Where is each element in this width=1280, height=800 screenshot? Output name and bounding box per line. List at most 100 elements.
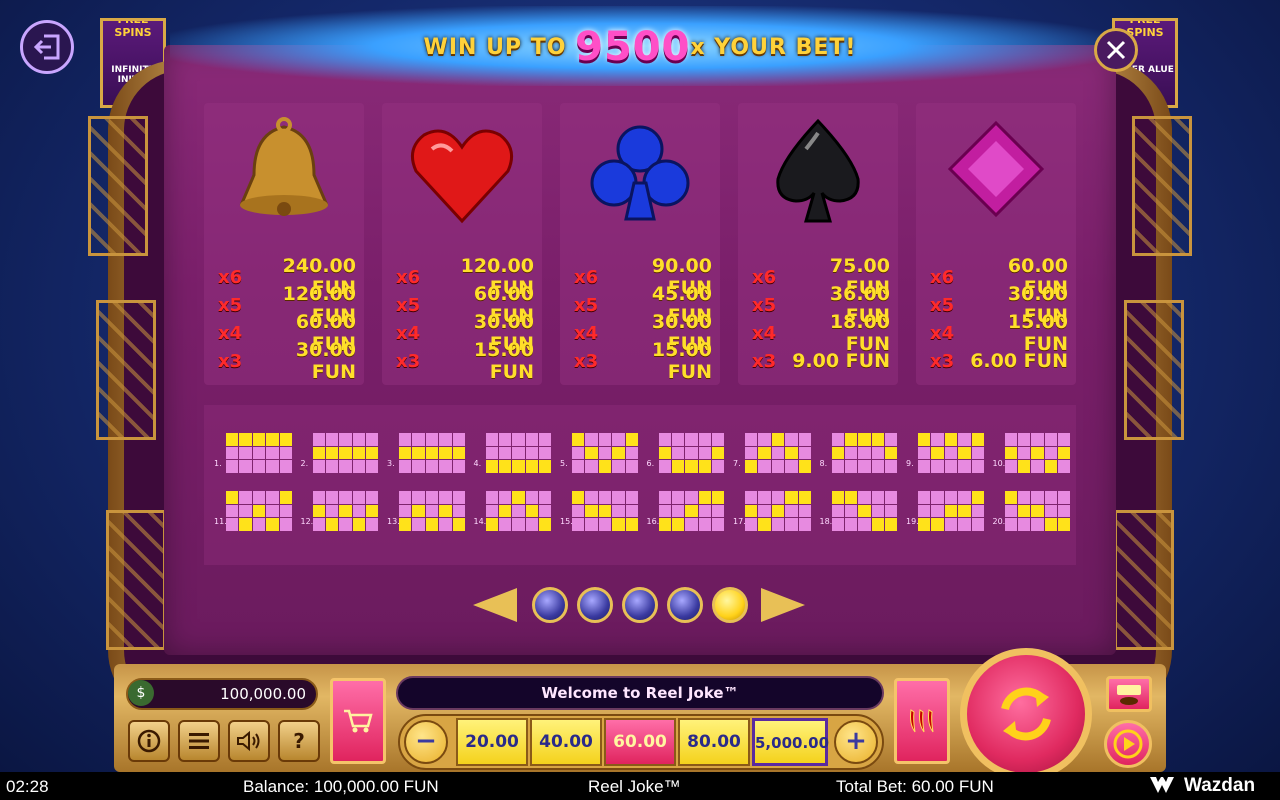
prev-page-arrow[interactable] xyxy=(473,588,517,622)
payline-diagram: 5. xyxy=(560,433,646,477)
payout-amount: 15.00 FUN xyxy=(651,339,712,383)
payout-amount: 15.00 FUN xyxy=(473,339,534,383)
payline-number: 4. xyxy=(473,459,482,468)
banner-post: x YOUR BET! xyxy=(690,35,857,60)
payline-diagram: 20. xyxy=(993,491,1079,535)
payline-diagram: 10. xyxy=(993,433,1079,477)
turtle-icon xyxy=(1117,685,1141,705)
payline-diagram: 3. xyxy=(387,433,473,477)
payline-number: 8. xyxy=(819,459,828,468)
chili-peppers-icon xyxy=(910,709,934,733)
info-icon xyxy=(137,729,161,753)
payout-row: x3 6.00 FUN xyxy=(930,347,1068,375)
payout-multiplier: x3 xyxy=(930,350,955,372)
bet-option[interactable]: 60.00 xyxy=(604,718,676,766)
frame-strut xyxy=(1132,116,1192,256)
payout-multiplier: x3 xyxy=(574,350,599,372)
payline-number: 19. xyxy=(906,517,919,526)
wazdan-logo-icon xyxy=(1150,777,1174,793)
exit-button[interactable] xyxy=(20,20,74,74)
heart-icon xyxy=(410,129,514,224)
symbol-card: x6 75.00 FUN x5 36.00 FUN x4 18.00 FUN x3 9.00 … xyxy=(738,103,898,385)
bet-option[interactable]: 80.00 xyxy=(678,718,750,766)
symbol-card: x6 120.00 FUN x5 60.00 FUN x4 30.00 FUN x3 15.0… xyxy=(382,103,542,385)
paylines-area: 1. 2. 3. 4. 5. 6. 7. 8. 9. 10. 11. 12. 13. 14. 15. 16. 1… xyxy=(204,405,1076,565)
payout-multiplier: x5 xyxy=(752,294,777,316)
payout-amount: 30.00 FUN xyxy=(295,339,356,383)
payout-multiplier: x4 xyxy=(930,322,955,344)
diamond-icon xyxy=(947,120,1045,218)
payout-multiplier: x6 xyxy=(930,266,955,288)
menu-button[interactable] xyxy=(178,720,220,762)
payout-multiplier: x3 xyxy=(218,350,243,372)
page-dot[interactable] xyxy=(622,587,658,623)
autoplay-button[interactable] xyxy=(1104,720,1152,768)
spin-button[interactable] xyxy=(960,648,1092,780)
symbol-card: x6 240.00 FUN x5 120.00 FUN x4 60.00 FUN x3 30.… xyxy=(204,103,364,385)
payline-diagram: 2. xyxy=(301,433,387,477)
increase-bet-button[interactable]: + xyxy=(834,720,878,764)
payline-diagram: 8. xyxy=(820,433,906,477)
payout-multiplier: x5 xyxy=(218,294,243,316)
turbo-button[interactable] xyxy=(1106,676,1152,712)
page-dot[interactable] xyxy=(712,587,748,623)
page-dot[interactable] xyxy=(577,587,613,623)
symbol-card: x6 60.00 FUN x5 30.00 FUN x4 15.00 FUN x3 6.00 … xyxy=(916,103,1076,385)
payline-number: 11. xyxy=(214,517,227,526)
payline-number: 9. xyxy=(906,459,914,468)
payout-multiplier: x3 xyxy=(396,350,421,372)
money-bag-icon: $ xyxy=(128,680,154,706)
banner-multiplier: 9500 xyxy=(575,24,691,70)
payline-diagram: 18. xyxy=(820,491,906,535)
close-button[interactable] xyxy=(1094,28,1138,72)
frame-strut xyxy=(1114,510,1174,650)
frame-strut xyxy=(1124,300,1184,440)
frame-strut xyxy=(96,300,156,440)
free-spins-title: FREE SPINS xyxy=(114,18,152,39)
payout-multiplier: x3 xyxy=(752,350,777,372)
info-button[interactable] xyxy=(128,720,170,762)
payline-number: 18. xyxy=(819,517,833,526)
payline-number: 1. xyxy=(214,459,222,468)
payout-multiplier: x4 xyxy=(396,322,421,344)
frame-strut xyxy=(88,116,148,256)
sound-button[interactable] xyxy=(228,720,270,762)
payline-diagram: 1. xyxy=(214,433,300,477)
help-button[interactable]: ? xyxy=(278,720,320,762)
bet-option[interactable]: 5,000.00 xyxy=(752,718,829,766)
payout-row: x4 18.00 FUN xyxy=(752,311,890,355)
speaker-icon xyxy=(237,730,260,752)
wazdan-logo: Wazdan xyxy=(1150,775,1255,797)
payline-number: 5. xyxy=(560,459,568,468)
payline-number: 3. xyxy=(387,459,395,468)
payout-amount: 9.00 FUN xyxy=(792,350,890,372)
payout-row: x3 15.00 FUN xyxy=(574,339,712,383)
bet-option[interactable]: 40.00 xyxy=(530,718,602,766)
payline-diagram: 19. xyxy=(906,491,992,535)
bell-icon xyxy=(239,117,329,216)
balance-display: 100,000.00 xyxy=(126,678,318,710)
payout-row: x3 9.00 FUN xyxy=(752,347,890,375)
spade-icon xyxy=(776,118,860,223)
club-icon xyxy=(590,125,690,221)
page-dot[interactable] xyxy=(667,587,703,623)
page-dot[interactable] xyxy=(532,587,568,623)
payline-number: 15. xyxy=(560,517,573,526)
frame-strut xyxy=(106,510,166,650)
decrease-bet-button[interactable]: − xyxy=(404,720,448,764)
payout-row: x3 30.00 FUN xyxy=(218,339,356,383)
next-page-arrow[interactable] xyxy=(761,588,805,622)
payline-diagram: 16. xyxy=(647,491,733,535)
payline-diagram: 7. xyxy=(733,433,819,477)
status-balance: Balance: 100,000.00 FUN xyxy=(243,777,439,796)
bet-option[interactable]: 20.00 xyxy=(456,718,528,766)
paytable-panel: x6 240.00 FUN x5 120.00 FUN x4 60.00 FUN x3 30.… xyxy=(164,45,1116,655)
payout-amount: 6.00 FUN xyxy=(970,350,1068,372)
payline-number: 17. xyxy=(733,517,746,526)
payline-number: 20. xyxy=(992,517,1006,526)
payout-multiplier: x6 xyxy=(752,266,777,288)
buy-feature-button[interactable] xyxy=(330,678,386,764)
payline-diagram: 9. xyxy=(906,433,992,477)
payout-amount: 15.00 FUN xyxy=(1007,311,1068,355)
volatility-button[interactable] xyxy=(894,678,950,764)
